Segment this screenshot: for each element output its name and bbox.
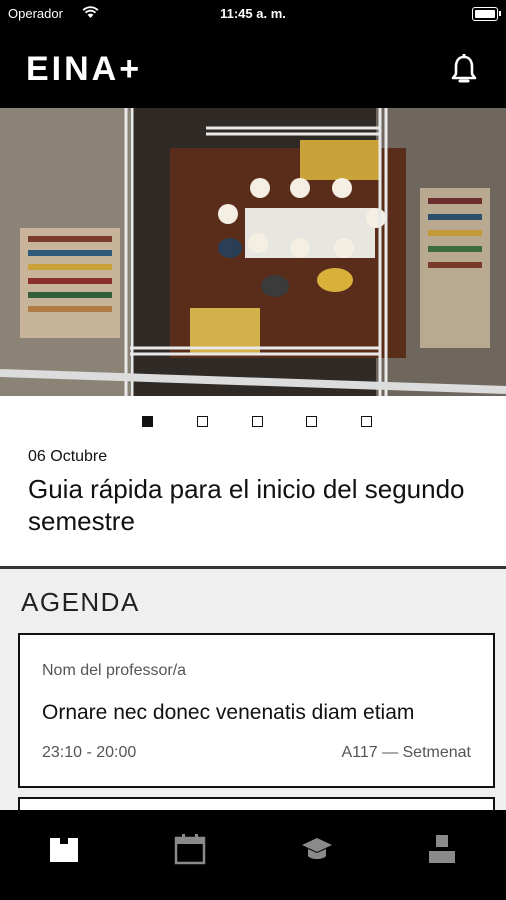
carousel-dot[interactable] xyxy=(142,416,153,427)
news-date: 06 Octubre xyxy=(28,448,108,465)
teacher-name: Nom del professor/a xyxy=(42,662,187,679)
class-time: 23:10 - 20:00 xyxy=(42,744,137,761)
library-photo xyxy=(0,108,506,396)
calendar-icon[interactable] xyxy=(173,832,207,866)
subject-title: Ornare nec donec venenatis diam etiam xyxy=(42,701,415,724)
agenda-card[interactable]: Nom del professor/a Ornare nec donec ven… xyxy=(18,633,495,788)
hero-image[interactable] xyxy=(0,108,506,396)
agenda-heading: AGENDA xyxy=(21,587,140,617)
app-logo: EINA+ xyxy=(26,50,143,88)
bell-icon[interactable] xyxy=(449,53,479,87)
graduation-cap-icon[interactable] xyxy=(300,832,334,866)
bottom-tab-bar xyxy=(0,810,506,900)
carousel-dot[interactable] xyxy=(306,416,317,427)
agenda-section: AGENDA Nom del professor/a Ornare nec do… xyxy=(0,566,506,837)
news-title[interactable]: Guia rápida para el inicio del segundo s… xyxy=(28,473,468,537)
carousel-dot[interactable] xyxy=(361,416,372,427)
carousel-indicators xyxy=(0,416,506,430)
carousel-dot[interactable] xyxy=(252,416,263,427)
carousel-dot[interactable] xyxy=(197,416,208,427)
clock: 11:45 a. m. xyxy=(220,6,286,21)
app-header: EINA+ xyxy=(0,28,506,108)
home-icon[interactable] xyxy=(47,832,81,866)
battery-icon xyxy=(472,7,501,21)
status-bar: Operador 11:45 a. m. xyxy=(0,0,506,28)
class-location: A117 — Setmenat xyxy=(341,744,471,761)
user-icon[interactable] xyxy=(425,832,459,866)
